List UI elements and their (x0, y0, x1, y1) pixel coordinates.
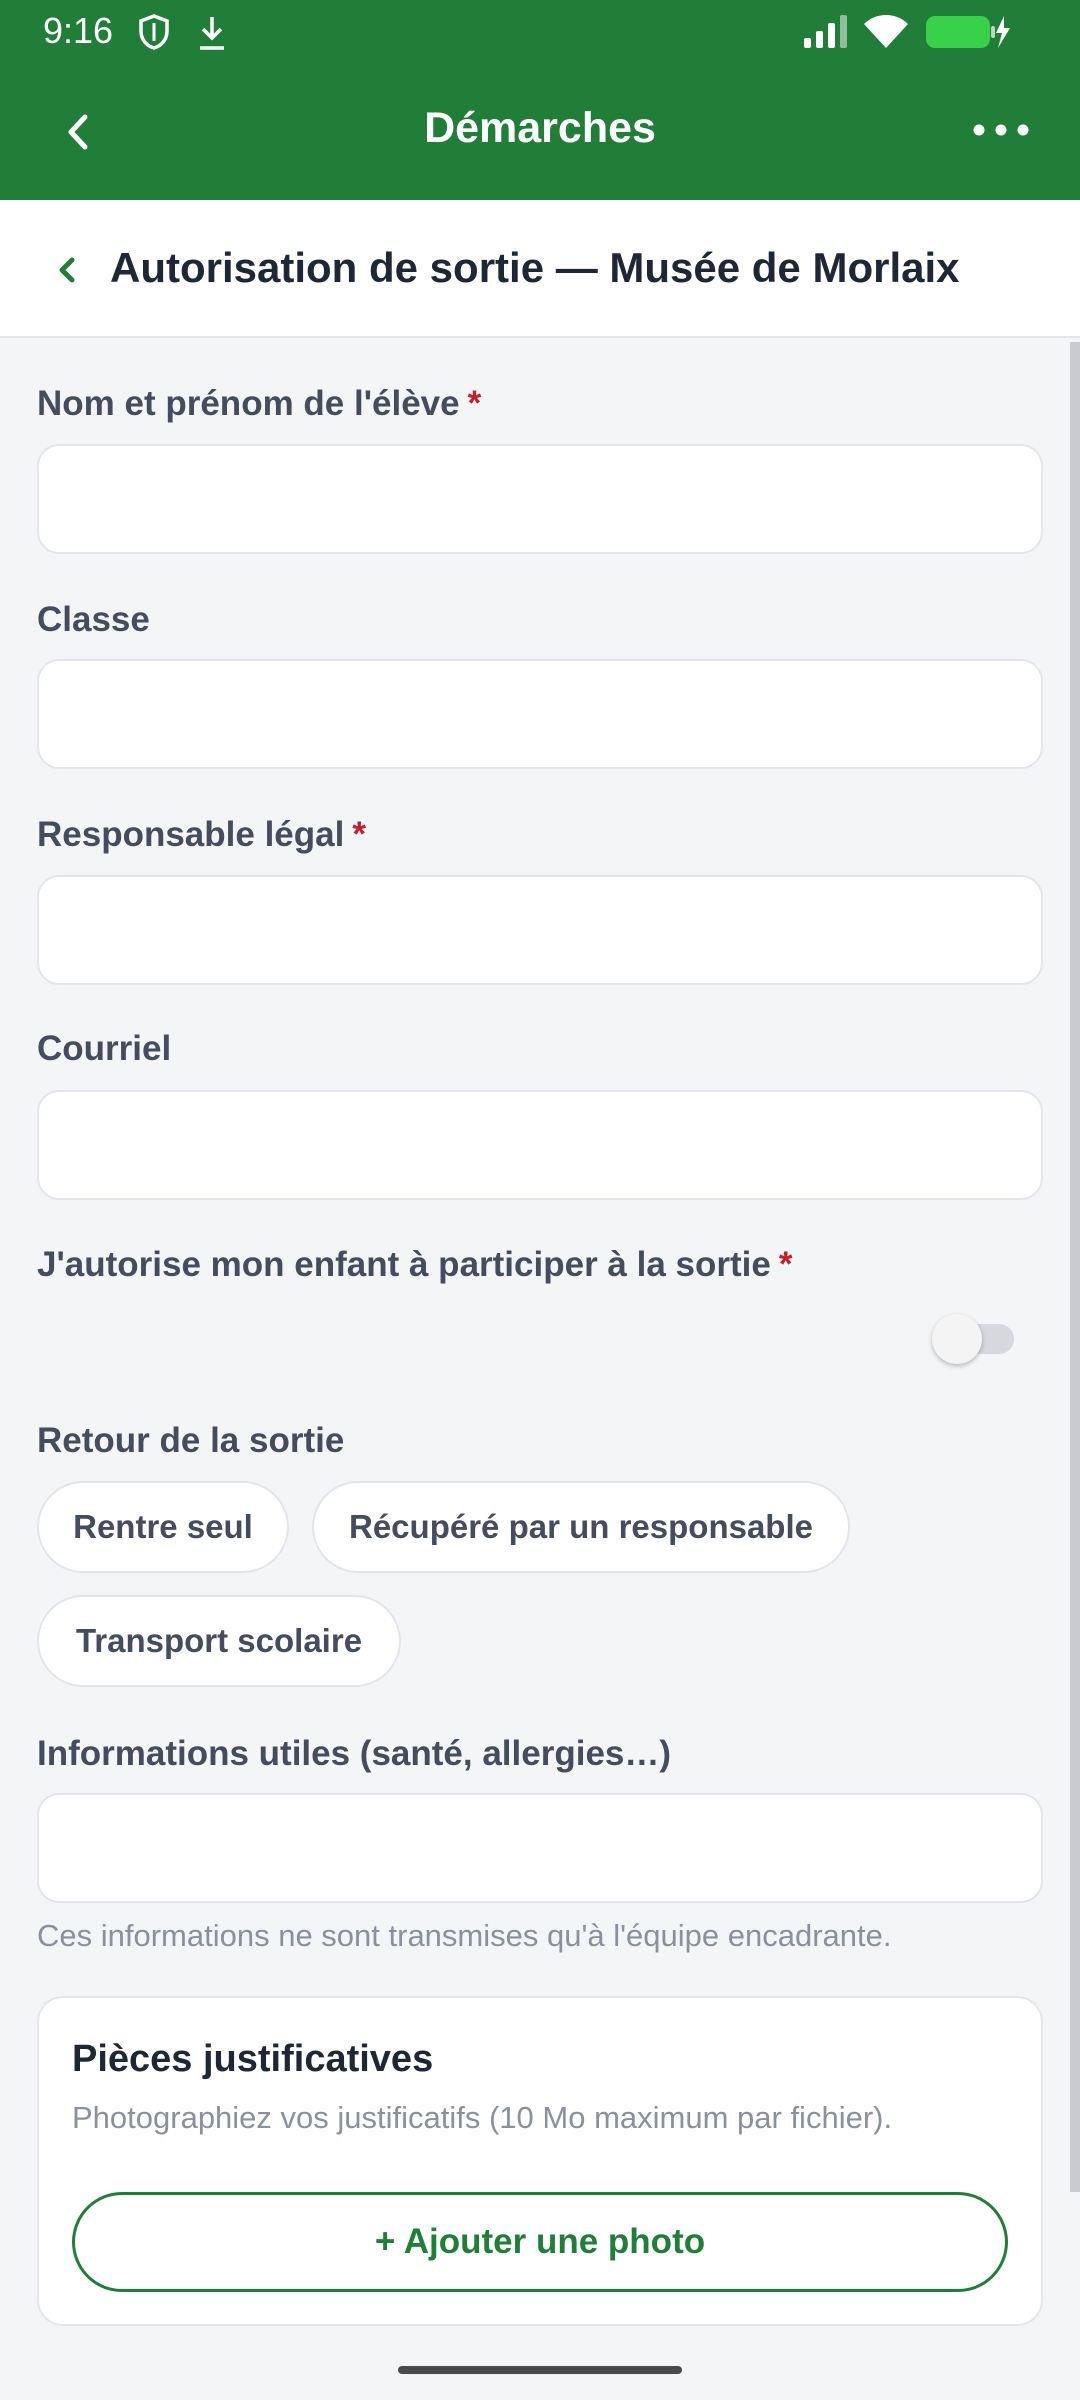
download-icon (196, 14, 228, 57)
more-horizontal-icon (973, 123, 1029, 141)
info-input[interactable] (37, 1793, 1043, 1903)
home-indicator[interactable] (398, 2366, 682, 2374)
more-menu-button[interactable] (966, 110, 1036, 154)
attachments-title: Pièces justificatives (72, 2038, 434, 2080)
return-label: Retour de la sortie (37, 1421, 345, 1460)
label-text: J'autorise mon enfant à participer à la … (37, 1245, 771, 1284)
wifi-icon (862, 12, 910, 55)
form-back-button[interactable] (56, 252, 84, 288)
battery-charging-icon (924, 14, 1010, 55)
email-input[interactable] (37, 1090, 1043, 1200)
form-title: Autorisation de sortie — Musée de Morlai… (110, 244, 960, 291)
toggle-knob (932, 1314, 982, 1364)
attachments-description: Photographiez vos justificatifs (10 Mo m… (72, 2100, 893, 2135)
field-label-class: Classe (37, 600, 150, 639)
option-return-alone[interactable]: Rentre seul (37, 1481, 289, 1573)
info-label: Informations utiles (santé, allergies…) (37, 1734, 672, 1773)
label-text: Responsable légal (37, 815, 345, 854)
form-header: Autorisation de sortie — Musée de Morlai… (0, 200, 1080, 338)
status-time: 9:16 (43, 10, 114, 51)
info-hint: Ces informations ne sont transmises qu'à… (37, 1918, 892, 1953)
option-school-transport[interactable]: Transport scolaire (37, 1595, 401, 1687)
required-marker: * (467, 384, 482, 423)
class-input[interactable] (37, 659, 1043, 769)
status-bar: 9:16 (0, 0, 1080, 66)
field-label-student-name: Nom et prénom de l'élève * (37, 384, 481, 424)
shield-icon (138, 14, 170, 55)
required-marker: * (352, 815, 366, 854)
required-marker: * (778, 1245, 793, 1284)
attachments-card: Pièces justificatives Photographiez vos … (37, 1996, 1043, 2326)
option-picked-up-by-guardian[interactable]: Récupéré par un responsable (312, 1481, 850, 1573)
add-photo-button[interactable]: + Ajouter une photo (72, 2192, 1008, 2292)
app-bar: Démarches (0, 66, 1080, 200)
field-label-email: Courriel (37, 1029, 172, 1068)
chevron-left-icon (56, 257, 78, 292)
consent-label: J'autorise mon enfant à participer à la … (37, 1245, 792, 1285)
signal-icon (802, 14, 850, 55)
field-label-guardian: Responsable légal * (37, 815, 366, 855)
label-text: Nom et prénom de l'élève (37, 384, 460, 423)
student-name-input[interactable] (37, 444, 1043, 554)
scrollbar[interactable] (1070, 342, 1080, 2192)
consent-toggle[interactable] (932, 1314, 1016, 1364)
guardian-input[interactable] (37, 875, 1043, 985)
app-title: Démarches (424, 104, 656, 152)
